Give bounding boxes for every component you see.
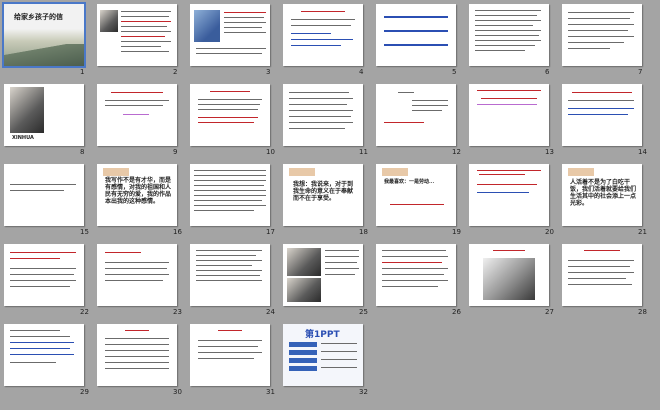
slide-number-15: 15 <box>80 228 89 236</box>
portrait-photo <box>10 87 44 133</box>
slide-number-7: 7 <box>638 68 643 76</box>
portrait-photo <box>100 10 118 32</box>
slide-thumbnail-6[interactable] <box>469 4 549 66</box>
slide-number-18: 18 <box>359 228 368 236</box>
slide-thumbnail-5[interactable] <box>376 4 456 66</box>
slide-thumbnail-17[interactable] <box>190 164 270 226</box>
quote-text: 我写作不是有才华，而是有感情，对我的祖国和人民有无穷的爱，我的作品本出我的这种感… <box>105 177 172 205</box>
heading-badge <box>289 168 315 176</box>
slide-number-1: 1 <box>80 68 85 76</box>
slide-thumbnail-23[interactable] <box>97 244 177 306</box>
mountain-image <box>4 44 84 66</box>
slide-thumbnail-12[interactable] <box>376 84 456 146</box>
slide-thumbnail-26[interactable] <box>376 244 456 306</box>
quote-text: 我想：我说来，对于到我生命的意义在于奉献而不在于享受。 <box>293 181 354 202</box>
slide-thumbnail-2[interactable] <box>97 4 177 66</box>
slide-thumbnail-8[interactable]: XINHUA <box>4 84 84 146</box>
heading-badge <box>103 168 129 176</box>
slide-number-3: 3 <box>266 68 271 76</box>
brand-logo: 第1PPT <box>305 330 340 340</box>
heading-badge <box>568 168 594 176</box>
slide-thumbnail-1[interactable]: 给家乡孩子的信 <box>2 2 86 68</box>
slide-thumbnail-24[interactable] <box>190 244 270 306</box>
portrait-photo <box>483 258 535 300</box>
slide-number-2: 2 <box>173 68 178 76</box>
slide-thumbnail-27[interactable] <box>469 244 549 306</box>
quote-text: 人活着不是为了白吃干饭，我们活着就要给我们生活其中的社会添上一点光彩。 <box>570 179 637 207</box>
slide-thumbnail-31[interactable] <box>190 324 270 386</box>
slide-thumbnail-32[interactable]: 第1PPT <box>283 324 363 386</box>
slide-thumbnail-15[interactable] <box>4 164 84 226</box>
slide-thumbnail-30[interactable] <box>97 324 177 386</box>
slide-number-26: 26 <box>452 308 461 316</box>
slide-number-4: 4 <box>359 68 364 76</box>
slide-number-19: 19 <box>452 228 461 236</box>
slide-number-6: 6 <box>545 68 550 76</box>
slide-thumbnail-4[interactable] <box>283 4 363 66</box>
slide-thumbnail-14[interactable] <box>562 84 642 146</box>
slide-number-14: 14 <box>638 148 647 156</box>
slide-thumbnail-20[interactable] <box>469 164 549 226</box>
slide-number-10: 10 <box>266 148 275 156</box>
slide-number-5: 5 <box>452 68 457 76</box>
slide-thumbnail-28[interactable] <box>562 244 642 306</box>
slide-number-25: 25 <box>359 308 368 316</box>
slide-thumbnail-10[interactable] <box>190 84 270 146</box>
group-photo <box>287 278 321 302</box>
slide-number-30: 30 <box>173 388 182 396</box>
slide-thumbnail-7[interactable] <box>562 4 642 66</box>
slide-number-29: 29 <box>80 388 89 396</box>
heading-badge <box>382 168 408 176</box>
slide-number-21: 21 <box>638 228 647 236</box>
slide-number-24: 24 <box>266 308 275 316</box>
slide-thumbnail-3[interactable] <box>190 4 270 66</box>
slide-number-8: 8 <box>80 148 85 156</box>
slide-thumbnail-21[interactable]: 人活着不是为了白吃干饭，我们活着就要给我们生活其中的社会添上一点光彩。 <box>562 164 642 226</box>
slide-thumbnail-18[interactable]: 我想：我说来，对于到我生命的意义在于奉献而不在于享受。 <box>283 164 363 226</box>
slide-thumbnail-25[interactable] <box>283 244 363 306</box>
slide-thumbnail-29[interactable] <box>4 324 84 386</box>
slide-number-20: 20 <box>545 228 554 236</box>
portrait-photo <box>194 10 220 42</box>
slide-1-title: 给家乡孩子的信 <box>14 12 63 21</box>
slide-thumbnail-16[interactable]: 我写作不是有才华，而是有感情，对我的祖国和人民有无穷的爱，我的作品本出我的这种感… <box>97 164 177 226</box>
photo-caption: XINHUA <box>12 135 34 141</box>
slide-number-28: 28 <box>638 308 647 316</box>
slide-number-17: 17 <box>266 228 275 236</box>
slide-thumbnail-9[interactable] <box>97 84 177 146</box>
slide-number-12: 12 <box>452 148 461 156</box>
slide-number-27: 27 <box>545 308 554 316</box>
slide-thumbnail-19[interactable]: 我最喜欢：一是劳动... <box>376 164 456 226</box>
slide-thumbnail-11[interactable] <box>283 84 363 146</box>
slide-number-13: 13 <box>545 148 554 156</box>
slide-thumbnail-22[interactable] <box>4 244 84 306</box>
group-photo <box>287 248 321 276</box>
slide-sorter-grid: 给家乡孩子的信 1 2 3 4 5 6 7 XINHUA 8 9 10 11 1… <box>0 0 660 410</box>
slide-number-31: 31 <box>266 388 275 396</box>
slide-thumbnail-13[interactable] <box>469 84 549 146</box>
slide-number-23: 23 <box>173 308 182 316</box>
quote-text: 我最喜欢：一是劳动... <box>384 179 435 185</box>
slide-number-32: 32 <box>359 388 368 396</box>
slide-number-11: 11 <box>359 148 368 156</box>
slide-number-16: 16 <box>173 228 182 236</box>
slide-number-22: 22 <box>80 308 89 316</box>
slide-number-9: 9 <box>173 148 178 156</box>
